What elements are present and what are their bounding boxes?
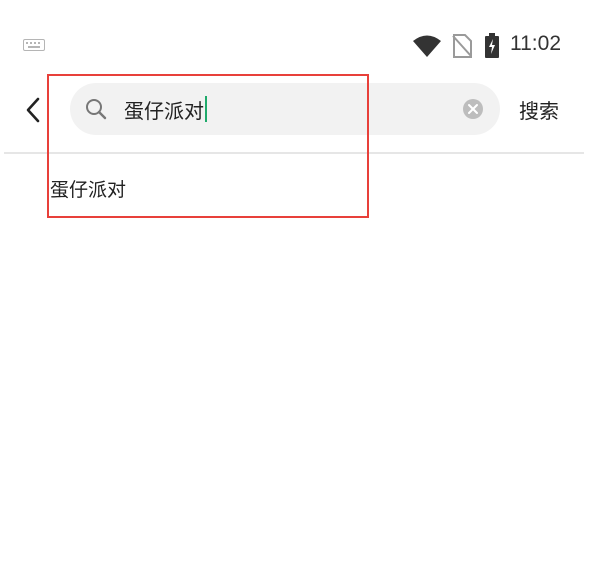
chevron-left-icon — [26, 97, 40, 123]
search-box[interactable]: 蛋仔派对 — [70, 83, 500, 135]
clear-icon[interactable] — [462, 98, 484, 120]
wifi-icon — [413, 35, 441, 57]
suggestion-item[interactable]: 蛋仔派对 — [50, 175, 126, 202]
status-bar: 11:02 — [0, 0, 600, 70]
keyboard-icon — [23, 39, 45, 51]
search-input-value: 蛋仔派对 — [124, 98, 204, 123]
text-cursor — [205, 96, 207, 122]
search-icon — [86, 99, 107, 120]
back-button[interactable] — [18, 92, 48, 128]
battery-charging-icon — [485, 33, 499, 58]
no-sim-icon — [452, 34, 472, 58]
status-clock: 11:02 — [510, 32, 561, 55]
search-button[interactable]: 搜索 — [519, 95, 559, 124]
header-divider — [4, 152, 584, 154]
search-input[interactable]: 蛋仔派对 — [124, 93, 207, 125]
